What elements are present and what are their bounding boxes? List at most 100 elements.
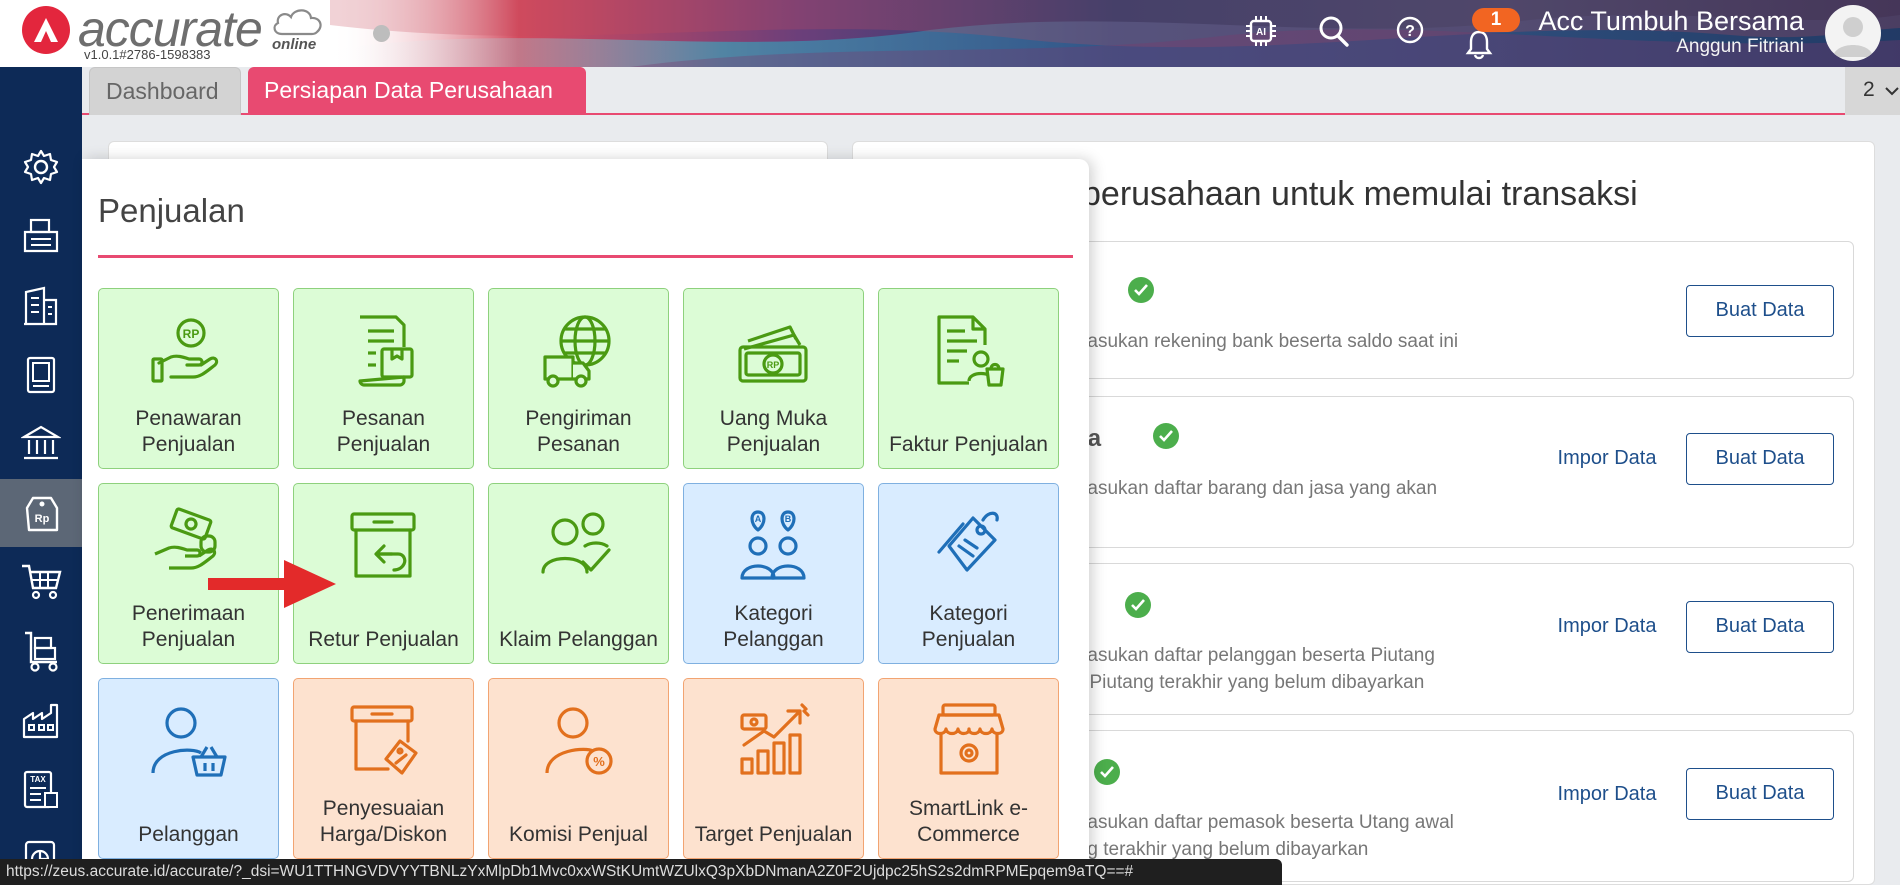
sidebar-item-bank[interactable] xyxy=(0,410,82,478)
impor-data-button[interactable]: Impor Data xyxy=(1547,611,1667,641)
sidebar-item-ledger[interactable] xyxy=(0,341,82,409)
chevron-down-icon xyxy=(1884,87,1899,96)
sidebar-item-company[interactable] xyxy=(0,272,82,340)
open-tabs-dropdown[interactable]: 2 xyxy=(1845,67,1900,115)
dolly-icon xyxy=(25,631,58,672)
sidebar-item-inventory[interactable] xyxy=(0,617,82,685)
tile-kategori-pelanggan[interactable]: A B Kategori Pelanggan xyxy=(683,483,864,664)
storefront-icon xyxy=(932,703,1005,775)
tile-label: Retur Penjualan xyxy=(308,628,459,651)
check-icon xyxy=(1128,277,1154,303)
customer-basket-icon xyxy=(150,707,227,777)
svg-text:TAX: TAX xyxy=(30,775,46,784)
tile-klaim-pelanggan[interactable]: Klaim Pelanggan xyxy=(488,483,669,664)
tile-label: SmartLink e-Commerce xyxy=(908,797,1029,846)
tile-label: Kategori Penjualan xyxy=(921,602,1016,651)
tab-persiapan-data-perusahaan[interactable]: Persiapan Data Perusahaan xyxy=(248,67,586,115)
user-avatar[interactable] xyxy=(1825,5,1881,61)
check-icon xyxy=(1153,423,1179,449)
tile-kategori-penjualan[interactable]: Kategori Penjualan xyxy=(878,483,1059,664)
buat-data-button[interactable]: Buat Data xyxy=(1686,601,1834,653)
customer-claim-icon xyxy=(540,512,611,574)
tile-label: Pengiriman Pesanan xyxy=(525,407,632,456)
popup-divider xyxy=(98,255,1073,258)
svg-text:RP: RP xyxy=(182,327,199,341)
tile-label: Kategori Pelanggan xyxy=(723,602,824,651)
ledger-book-icon xyxy=(26,356,56,394)
sidebar-item-settings[interactable] xyxy=(0,133,82,201)
help-icon[interactable]: ? xyxy=(1395,14,1425,48)
sidebar-item-tax[interactable]: TAX xyxy=(0,756,82,824)
tile-smartlink-ecommerce[interactable]: SmartLink e-Commerce xyxy=(878,678,1059,859)
setup-step-bank: k emasukan rekening bank beserta saldo s… xyxy=(1060,241,1854,379)
setup-step-items: asa emasukan daftar barang dan jasa yang… xyxy=(1060,396,1854,548)
logo-online-text: online xyxy=(272,36,317,53)
accurate-logo-icon[interactable] xyxy=(22,6,70,54)
user-name[interactable]: Anggun Fitriani xyxy=(1676,36,1804,58)
svg-text:A: A xyxy=(754,514,761,524)
tab-count-label: 2 xyxy=(1863,78,1875,101)
svg-text:B: B xyxy=(784,514,791,524)
tile-uang-muka-penjualan[interactable]: RP Uang Muka Penjualan xyxy=(683,288,864,469)
tile-pelanggan[interactable]: Pelanggan xyxy=(98,678,279,859)
sales-target-chart-icon xyxy=(739,703,810,775)
discount-box-icon xyxy=(349,705,418,775)
tab-bar: Dashboard Persiapan Data Perusahaan 2 xyxy=(82,67,1900,115)
bank-icon xyxy=(21,425,61,460)
buat-data-button[interactable]: Buat Data xyxy=(1686,768,1834,820)
tile-pengiriman-pesanan[interactable]: Pengiriman Pesanan xyxy=(488,288,669,469)
top-header: accurate v1.0.1#2786-1598383 online AI ?… xyxy=(0,0,1900,67)
popup-title: Penjualan xyxy=(98,192,245,229)
impor-data-button[interactable]: Impor Data xyxy=(1547,779,1667,809)
order-document-icon xyxy=(357,315,414,387)
tile-penawaran-penjualan[interactable]: RP Penawaran Penjualan xyxy=(98,288,279,469)
sidebar-item-purchase[interactable] xyxy=(0,548,82,616)
setup-panel-title: perusahaan untuk memulai transaksi xyxy=(1082,175,1638,213)
svg-text:AI: AI xyxy=(1256,27,1266,38)
link-preview-statusbar: https://zeus.accurate.id/accurate/?_dsi=… xyxy=(0,859,1282,885)
sales-tag-icon: Rp xyxy=(25,496,59,532)
svg-text:?: ? xyxy=(1405,23,1415,40)
app-version: v1.0.1#2786-1598383 xyxy=(84,47,211,62)
buat-data-button[interactable]: Buat Data xyxy=(1686,433,1834,485)
tile-label: Faktur Penjualan xyxy=(889,433,1048,456)
impor-data-button[interactable]: Impor Data xyxy=(1547,443,1667,473)
buat-data-button[interactable]: Buat Data xyxy=(1686,285,1834,337)
tile-faktur-penjualan[interactable]: Faktur Penjualan xyxy=(878,288,1059,469)
tile-label: Target Penjualan xyxy=(694,823,853,846)
bell-icon[interactable] xyxy=(1464,28,1494,60)
red-arrow-annotation xyxy=(208,560,336,608)
sidebar-item-fax[interactable] xyxy=(0,202,82,270)
return-box-icon xyxy=(349,512,416,578)
svg-text:Rp: Rp xyxy=(35,513,50,525)
step-description: emasukan daftar barang dan jasa yang aka… xyxy=(1061,478,1438,499)
tile-pesanan-penjualan[interactable]: Pesanan Penjualan xyxy=(293,288,474,469)
step-description: emasukan rekening bank beserta saldo saa… xyxy=(1061,331,1459,352)
customer-category-icon: A B xyxy=(739,510,806,580)
building-icon xyxy=(24,286,58,326)
sidebar: Rp TAX xyxy=(0,67,82,885)
sidebar-item-manufacture[interactable] xyxy=(0,687,82,755)
svg-text:%: % xyxy=(593,754,605,769)
money-stack-icon: RP xyxy=(737,325,808,383)
step-description: emasukan daftar pelanggan beserta Piutan… xyxy=(1061,645,1435,666)
tile-label: Klaim Pelanggan xyxy=(499,628,658,651)
tile-label: Komisi Penjual xyxy=(509,823,648,846)
tile-komisi-penjual[interactable]: % Komisi Penjual xyxy=(488,678,669,859)
company-name[interactable]: Acc Tumbuh Bersama xyxy=(1538,6,1804,37)
commission-person-icon: % xyxy=(544,707,613,775)
fax-icon xyxy=(23,218,59,253)
tile-penyesuaian-harga-diskon[interactable]: Penyesuaian Harga/Diskon xyxy=(293,678,474,859)
search-icon[interactable] xyxy=(1318,14,1350,48)
status-dot xyxy=(373,25,390,42)
notification-badge[interactable]: 1 xyxy=(1472,8,1520,32)
tab-dashboard[interactable]: Dashboard xyxy=(89,67,241,115)
sidebar-item-sales[interactable]: Rp xyxy=(0,479,82,547)
sales-menu-popup: Penjualan RP Penawaran Penjualan Pesanan… xyxy=(82,159,1089,885)
tile-target-penjualan[interactable]: Target Penjualan xyxy=(683,678,864,859)
cloud-icon xyxy=(273,9,322,36)
setup-step-customers: emasukan daftar pelanggan beserta Piutan… xyxy=(1060,563,1854,715)
tile-label: Penyesuaian Harga/Diskon xyxy=(319,797,448,846)
ai-chip-icon[interactable]: AI xyxy=(1246,14,1276,48)
step-description: emasukan daftar pemasok beserta Utang aw… xyxy=(1061,812,1454,833)
